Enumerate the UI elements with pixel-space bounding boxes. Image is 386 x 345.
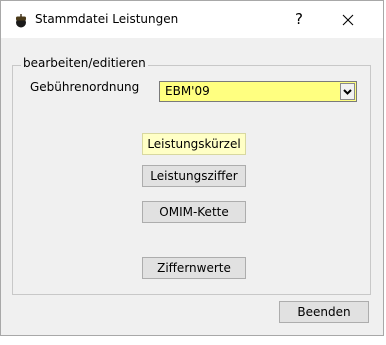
omim-kette-button[interactable]: OMIM-Kette [142,201,246,223]
gebuehrenordnung-label: Gebührenordnung [30,80,140,94]
window-title: Stammdatei Leistungen [35,12,179,26]
dropdown-button[interactable] [340,83,355,100]
leistungsziffer-button[interactable]: Leistungsziffer [142,165,246,187]
gebuehrenordnung-select[interactable]: EBM'09 [159,81,357,102]
close-icon [342,14,354,25]
help-button[interactable]: ? [284,4,314,34]
dialog-window: Stammdatei Leistungen ? bearbeiten/editi… [0,0,384,336]
acorn-icon [16,14,26,28]
chevron-down-icon [343,89,352,95]
leistungskuerzel-button[interactable]: Leistungskürzel [142,133,246,155]
title-bar[interactable]: Stammdatei Leistungen ? [1,1,383,38]
beenden-button[interactable]: Beenden [279,301,369,323]
groupbox-label: bearbeiten/editieren [21,56,148,70]
select-value: EBM'09 [165,84,210,98]
ziffernwerte-button[interactable]: Ziffernwerte [142,257,246,279]
close-button[interactable] [326,4,370,34]
